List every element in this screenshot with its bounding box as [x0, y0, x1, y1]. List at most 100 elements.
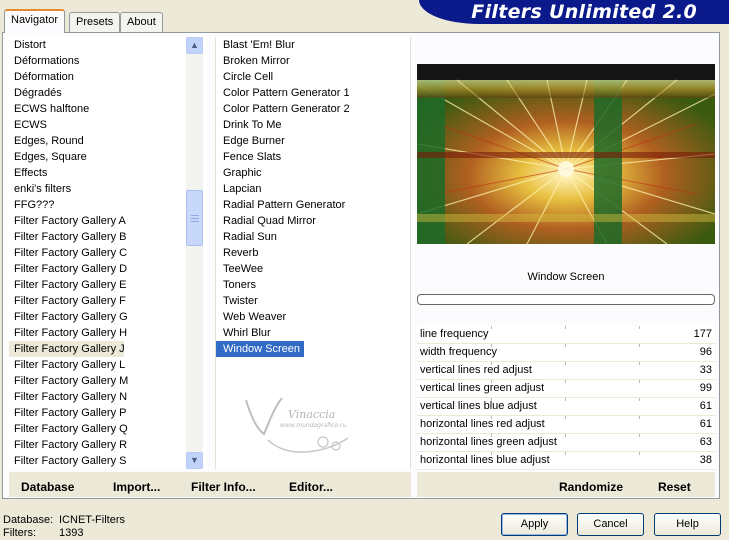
filter-item[interactable]: Lapcian	[216, 181, 410, 197]
filter-item[interactable]: Toners	[216, 277, 410, 293]
editor-button[interactable]: Editor...	[289, 476, 333, 498]
filter-item[interactable]: Radial Pattern Generator	[216, 197, 410, 213]
parameter-row[interactable]: horizontal lines green adjust 63	[417, 434, 715, 452]
watermark-text: Vinaccia	[288, 408, 336, 421]
parameter-label: horizontal lines red adjust	[420, 418, 545, 430]
banner-title: Filters Unlimited 2.0	[471, 1, 697, 23]
category-item[interactable]: Filter Factory Gallery S	[9, 453, 126, 469]
filter-item[interactable]: Web Weaver	[216, 309, 410, 325]
parameter-label: horizontal lines blue adjust	[420, 454, 550, 466]
category-item[interactable]: Filter Factory Gallery P	[9, 405, 126, 421]
filter-item[interactable]: Radial Sun	[216, 229, 410, 245]
filter-item[interactable]: Drink To Me	[216, 117, 410, 133]
category-item[interactable]: Filter Factory Gallery N	[9, 389, 127, 405]
filter-item[interactable]: Twister	[216, 293, 410, 309]
parameter-row[interactable]: line frequency 177	[417, 326, 715, 344]
filter-item[interactable]: Reverb	[216, 245, 410, 261]
database-label: Database:	[3, 514, 54, 526]
parameter-label: horizontal lines green adjust	[420, 436, 557, 448]
parameter-label: width frequency	[420, 346, 498, 358]
filter-item[interactable]: Radial Quad Mirror	[216, 213, 410, 229]
filter-item[interactable]: Circle Cell	[216, 69, 410, 85]
filter-item[interactable]: Window Screen	[216, 341, 305, 357]
import-button[interactable]: Import...	[113, 476, 160, 498]
category-item[interactable]: FFG???	[9, 197, 124, 213]
filters-count: 1393	[59, 527, 84, 539]
scroll-down-button[interactable]: ▼	[186, 452, 203, 469]
database-button[interactable]: Database	[21, 476, 74, 498]
parameter-row[interactable]: horizontal lines red adjust 61	[417, 416, 715, 434]
category-item[interactable]: ECWS	[9, 117, 124, 133]
parameter-value: 61	[699, 400, 712, 412]
parameter-label: vertical lines green adjust	[420, 382, 545, 394]
category-item[interactable]: Effects	[9, 165, 124, 181]
parameter-row[interactable]: vertical lines red adjust 33	[417, 362, 715, 380]
category-list[interactable]: Distort Déformations Déformation Dégradés EC…	[9, 37, 207, 469]
parameter-row[interactable]: vertical lines green adjust 99	[417, 380, 715, 398]
help-button[interactable]: Help	[654, 513, 721, 536]
parameter-list[interactable]: line frequency 177 width frequency 96 vertic…	[417, 326, 715, 470]
progress-bar	[417, 294, 715, 305]
tab-about[interactable]: About	[120, 12, 163, 32]
category-item[interactable]: Filter Factory Gallery C	[9, 245, 127, 261]
category-item[interactable]: enki's filters	[9, 181, 124, 197]
database-value: ICNET-Filters	[59, 514, 125, 526]
parameter-label: line frequency	[420, 328, 489, 340]
parameter-value: 99	[699, 382, 712, 394]
filter-item[interactable]: Broken Mirror	[216, 53, 410, 69]
filters-info: Filters: 1393	[3, 527, 83, 539]
cancel-button[interactable]: Cancel	[577, 513, 644, 536]
parameter-value: 33	[699, 364, 712, 376]
filter-item[interactable]: TeeWee	[216, 261, 410, 277]
category-item[interactable]: Filter Factory Gallery J	[9, 341, 125, 357]
parameter-value: 63	[699, 436, 712, 448]
category-item[interactable]: Filter Factory Gallery E	[9, 277, 126, 293]
category-item[interactable]: Filter Factory Gallery A	[9, 213, 126, 229]
category-item[interactable]: Filter Factory Gallery H	[9, 325, 127, 341]
tab-navigator[interactable]: Navigator	[4, 9, 66, 33]
category-item[interactable]: Distort	[9, 37, 124, 53]
category-item[interactable]: Filter Factory Gallery R	[9, 437, 127, 453]
database-info: Database: ICNET-Filters	[3, 514, 125, 526]
filter-item[interactable]: Edge Burner	[216, 133, 410, 149]
parameter-value: 96	[699, 346, 712, 358]
parameter-label: vertical lines red adjust	[420, 364, 532, 376]
category-item[interactable]: Edges, Round	[9, 133, 124, 149]
watermark-logo: Vinaccia www.mundografico.ru	[238, 390, 378, 460]
scroll-up-button[interactable]: ▲	[186, 37, 203, 54]
randomize-button[interactable]: Randomize	[559, 476, 623, 498]
category-item[interactable]: Dégradés	[9, 85, 124, 101]
parameter-label: vertical lines blue adjust	[420, 400, 537, 412]
filters-label: Filters:	[3, 527, 36, 539]
preview-filter-name: Window Screen	[527, 271, 605, 283]
preview-image	[417, 64, 715, 244]
category-item[interactable]: Edges, Square	[9, 149, 124, 165]
category-item[interactable]: Déformation	[9, 69, 124, 85]
filter-item[interactable]: Color Pattern Generator 1	[216, 85, 410, 101]
filter-item[interactable]: Blast 'Em! Blur	[216, 37, 410, 53]
category-scrollbar[interactable]: ▲ ▼	[186, 37, 203, 469]
parameter-row[interactable]: vertical lines blue adjust 61	[417, 398, 715, 416]
category-item[interactable]: Filter Factory Gallery M	[9, 373, 128, 389]
watermark-subtext: www.mundografico.ru	[280, 422, 347, 429]
category-item[interactable]: Filter Factory Gallery F	[9, 293, 126, 309]
category-item[interactable]: ECWS halftone	[9, 101, 124, 117]
parameter-row[interactable]: horizontal lines blue adjust 38	[417, 452, 715, 470]
category-item[interactable]: Déformations	[9, 53, 124, 69]
apply-button[interactable]: Apply	[501, 513, 568, 536]
scroll-thumb[interactable]	[186, 190, 203, 246]
reset-button[interactable]: Reset	[658, 476, 691, 498]
category-item[interactable]: Filter Factory Gallery Q	[9, 421, 128, 437]
filter-item[interactable]: Whirl Blur	[216, 325, 410, 341]
filter-info-button[interactable]: Filter Info...	[191, 476, 256, 498]
filter-item[interactable]: Fence Slats	[216, 149, 410, 165]
filter-item[interactable]: Color Pattern Generator 2	[216, 101, 410, 117]
category-item[interactable]: Filter Factory Gallery B	[9, 229, 126, 245]
parameter-value: 177	[693, 328, 712, 340]
parameter-row[interactable]: width frequency 96	[417, 344, 715, 362]
filter-item[interactable]: Graphic	[216, 165, 410, 181]
tab-presets[interactable]: Presets	[69, 12, 121, 32]
category-item[interactable]: Filter Factory Gallery L	[9, 357, 125, 373]
category-item[interactable]: Filter Factory Gallery G	[9, 309, 128, 325]
category-item[interactable]: Filter Factory Gallery D	[9, 261, 127, 277]
